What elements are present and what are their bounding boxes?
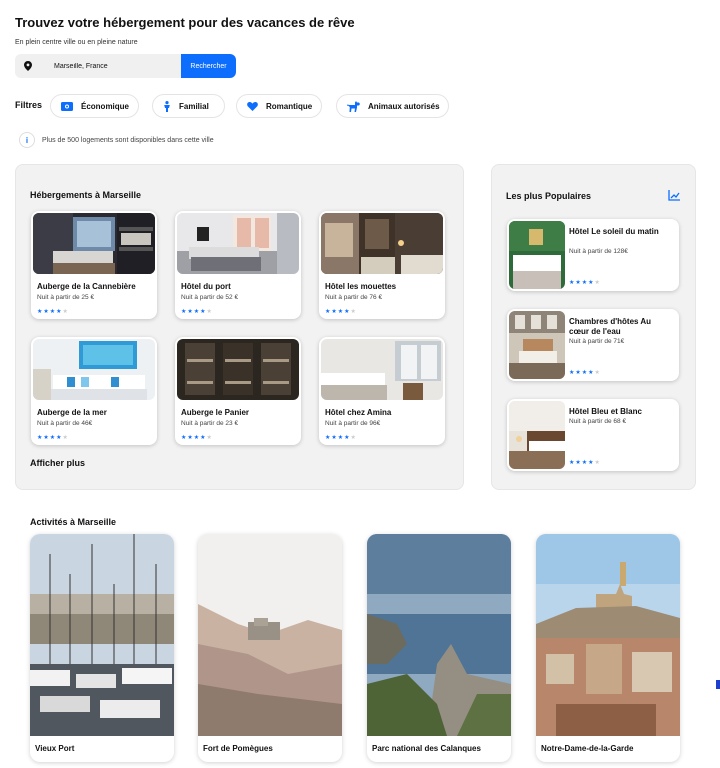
- accommodation-price: Nuit à partir de 25 €: [37, 294, 95, 301]
- activity-card[interactable]: Fort de Pomègues: [198, 534, 342, 762]
- accommodation-name: Hôtel chez Amina: [325, 408, 392, 417]
- room-photo: [509, 311, 565, 379]
- room-photo: [33, 339, 155, 400]
- filter-familial[interactable]: Familial: [152, 94, 225, 118]
- filter-economique[interactable]: Économique: [50, 94, 139, 118]
- info-icon: i: [19, 132, 35, 148]
- filter-romantique[interactable]: Romantique: [236, 94, 322, 118]
- heart-icon: [247, 101, 258, 111]
- accommodation-price: Nuit à partir de 46€: [37, 420, 93, 427]
- dog-icon: [347, 100, 360, 112]
- filter-animaux[interactable]: Animaux autorisés: [336, 94, 449, 118]
- accommodation-name: Auberge le Panier: [181, 408, 250, 417]
- scroll-indicator: [716, 680, 720, 689]
- rating-stars: ★★★★★: [569, 460, 601, 466]
- popular-card[interactable]: Hôtel Le soleil du matin Nuit à partir d…: [507, 219, 679, 291]
- filters-label: Filtres: [15, 100, 43, 110]
- room-photo: [33, 213, 155, 274]
- filter-label: Romantique: [266, 101, 313, 111]
- rating-stars: ★★★★★: [37, 309, 69, 315]
- room-photo: [177, 213, 299, 274]
- trending-chart-icon: [668, 190, 680, 201]
- search-input[interactable]: [41, 54, 181, 78]
- activity-photo: [367, 534, 511, 736]
- filter-label: Animaux autorisés: [368, 101, 440, 111]
- popular-card[interactable]: Chambres d'hôtes Au cœur de l'eau Nuit à…: [507, 309, 679, 381]
- popular-name: Hôtel Bleu et Blanc: [569, 407, 642, 416]
- location-pin-icon: [15, 54, 41, 78]
- activity-name: Vieux Port: [35, 744, 75, 753]
- accommodation-card[interactable]: Auberge de la mer Nuit à partir de 46€ ★…: [31, 337, 157, 445]
- room-photo: [321, 213, 443, 274]
- rating-stars: ★★★★★: [325, 435, 357, 441]
- rating-stars: ★★★★★: [569, 370, 601, 376]
- popular-name: Hôtel Le soleil du matin: [569, 227, 659, 236]
- popular-price: Nuit à partir de 128€: [569, 248, 628, 255]
- accommodation-name: Auberge de la mer: [37, 408, 107, 417]
- activities-title: Activités à Marseille: [30, 517, 117, 527]
- availability-text: Plus de 500 logements sont disponibles d…: [42, 136, 214, 144]
- availability-info: i Plus de 500 logements sont disponibles…: [19, 132, 214, 148]
- activity-photo: [198, 534, 342, 736]
- rating-stars: ★★★★★: [181, 309, 213, 315]
- money-icon: [61, 101, 73, 111]
- activity-name: Notre-Dame-de-la-Garde: [541, 744, 634, 753]
- accommodation-price: Nuit à partir de 76 €: [325, 294, 383, 301]
- accommodation-card[interactable]: Hôtel chez Amina Nuit à partir de 96€ ★★…: [319, 337, 445, 445]
- accommodation-name: Hôtel du port: [181, 282, 231, 291]
- activity-photo: [30, 534, 174, 736]
- popular-title: Les plus Populaires: [506, 191, 592, 201]
- popular-name: Chambres d'hôtes Au cœur de l'eau: [569, 317, 652, 336]
- search-button[interactable]: Rechercher: [181, 54, 236, 78]
- activity-name: Parc national des Calanques: [372, 744, 481, 753]
- filter-label: Familial: [179, 101, 209, 111]
- room-photo: [321, 339, 443, 400]
- page-subtitle: En plein centre ville ou en pleine natur…: [15, 39, 138, 46]
- activity-name: Fort de Pomègues: [203, 744, 273, 753]
- popular-price: Nuit à partir de 68 €: [569, 418, 627, 425]
- filter-label: Économique: [81, 101, 130, 111]
- activity-card[interactable]: Parc national des Calanques: [367, 534, 511, 762]
- popular-card[interactable]: Hôtel Bleu et Blanc Nuit à partir de 68 …: [507, 399, 679, 471]
- activity-card[interactable]: Vieux Port: [30, 534, 174, 762]
- accommodation-price: Nuit à partir de 52 €: [181, 294, 239, 301]
- rating-stars: ★★★★★: [325, 309, 357, 315]
- person-icon: [163, 100, 171, 112]
- room-photo: [509, 401, 565, 469]
- accommodation-card[interactable]: Auberge le Panier Nuit à partir de 23 € …: [175, 337, 301, 445]
- page-title: Trouvez votre hébergement pour des vacan…: [15, 15, 355, 30]
- accommodations-title: Hébergements à Marseille: [30, 190, 142, 200]
- accommodation-card[interactable]: Hôtel du port Nuit à partir de 52 € ★★★★…: [175, 211, 301, 319]
- show-more-link[interactable]: Afficher plus: [30, 458, 85, 468]
- rating-stars: ★★★★★: [37, 435, 69, 441]
- rating-stars: ★★★★★: [569, 280, 601, 286]
- accommodation-card[interactable]: Hôtel les mouettes Nuit à partir de 76 €…: [319, 211, 445, 319]
- room-photo: [509, 221, 565, 289]
- accommodation-price: Nuit à partir de 23 €: [181, 420, 239, 427]
- accommodation-price: Nuit à partir de 96€: [325, 420, 381, 427]
- activity-photo: [536, 534, 680, 736]
- rating-stars: ★★★★★: [181, 435, 213, 441]
- activity-card[interactable]: Notre-Dame-de-la-Garde: [536, 534, 680, 762]
- popular-price: Nuit à partir de 71€: [569, 338, 625, 345]
- room-photo: [177, 339, 299, 400]
- accommodation-name: Hôtel les mouettes: [325, 282, 397, 291]
- search-bar: Rechercher: [15, 54, 236, 78]
- accommodation-name: Auberge de la Cannebière: [37, 282, 136, 291]
- accommodation-card[interactable]: Auberge de la Cannebière Nuit à partir d…: [31, 211, 157, 319]
